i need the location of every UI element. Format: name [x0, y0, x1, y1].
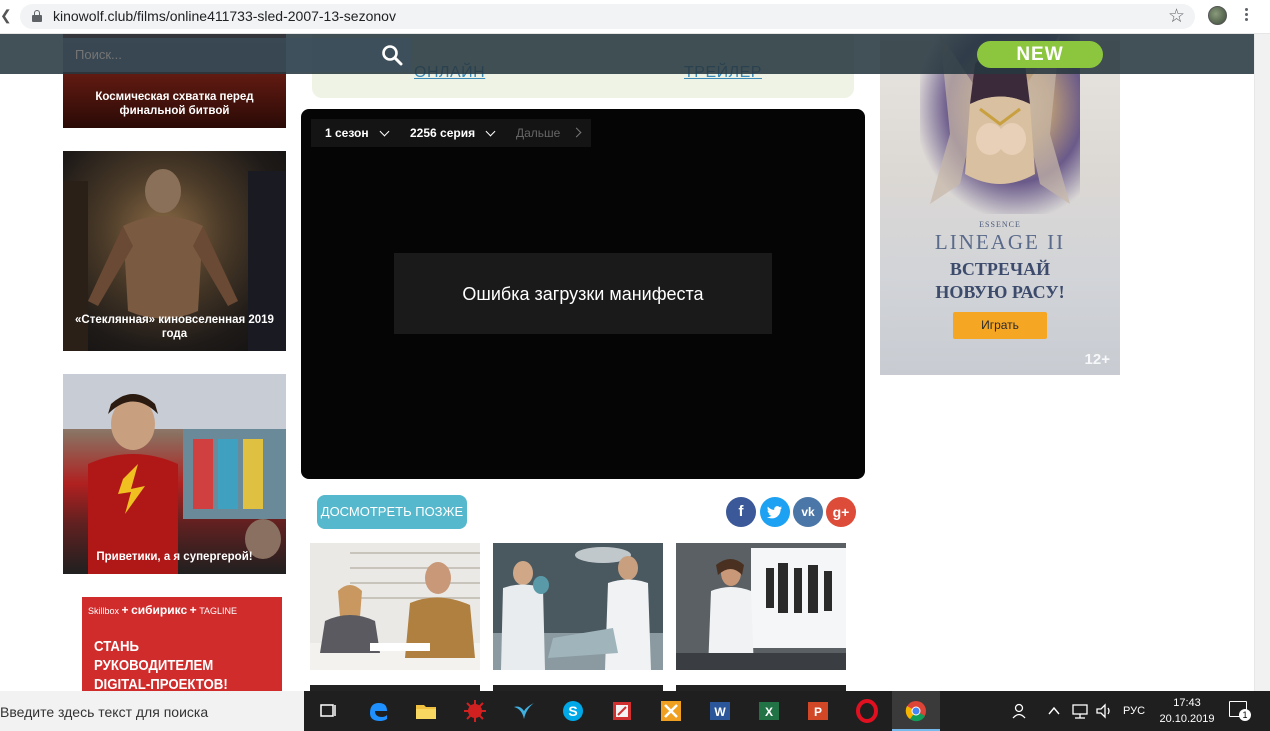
- news-card[interactable]: «Стеклянная» киновселенная 2019 года: [63, 151, 286, 351]
- taskbar-search[interactable]: Введите здесь текст для поиска: [0, 691, 304, 731]
- site-search: [63, 38, 411, 72]
- ad-headline-line: ВСТРЕЧАЙ: [949, 259, 1051, 279]
- profile-avatar[interactable]: [1208, 6, 1227, 25]
- ad-plus: +: [121, 603, 129, 617]
- ad-line: СТАНЬ РУКОВОДИТЕЛЕМ: [94, 638, 214, 674]
- twitter-bird-icon: [767, 506, 782, 519]
- ad-brand: сибирикс: [131, 603, 188, 617]
- excel-icon[interactable]: X: [757, 699, 781, 723]
- news-card-title: «Стеклянная» киновселенная 2019 года: [75, 314, 274, 340]
- people-icon[interactable]: [1010, 701, 1030, 721]
- file-explorer-icon[interactable]: [414, 699, 438, 723]
- age-rating: 12+: [1084, 351, 1110, 368]
- edge-icon[interactable]: [366, 699, 390, 723]
- ad-text: СТАНЬ РУКОВОДИТЕЛЕМ DIGITAL-ПРОЕКТОВ!: [94, 637, 259, 691]
- browser-address-bar: ❮ kinowolf.club/films/online411733-sled-…: [0, 0, 1270, 34]
- svg-text:X: X: [765, 705, 773, 719]
- thumbnail-image: [676, 543, 846, 670]
- error-message: Ошибка загрузки манифеста: [462, 284, 704, 304]
- vk-share-icon[interactable]: vk: [793, 497, 823, 527]
- volume-icon[interactable]: [1094, 701, 1114, 721]
- search-input[interactable]: [75, 47, 365, 62]
- next-episode-button[interactable]: Дальше: [516, 126, 560, 140]
- chevron-right-icon[interactable]: [571, 127, 582, 138]
- taskbar-clock[interactable]: 17:43 20.10.2019: [1152, 695, 1222, 727]
- chevron-down-icon[interactable]: [379, 126, 390, 137]
- notification-count: 1: [1239, 709, 1251, 721]
- clock-time: 17:43: [1173, 697, 1201, 709]
- episode-thumbnail[interactable]: [676, 543, 846, 670]
- svg-text:W: W: [714, 705, 726, 719]
- ad-line: DIGITAL-ПРОЕКТОВ!: [94, 676, 228, 691]
- taskbar-search-text: Введите здесь текст для поиска: [0, 704, 209, 720]
- google-plus-share-icon[interactable]: g+: [826, 497, 856, 527]
- ad-essence-label: ESSENCE: [979, 220, 1021, 229]
- bird-app-icon[interactable]: [512, 699, 536, 723]
- facebook-share-icon[interactable]: f: [726, 497, 756, 527]
- language-indicator[interactable]: РУС: [1123, 705, 1145, 717]
- chevron-down-icon[interactable]: [485, 126, 496, 137]
- episode-select[interactable]: 2256 серия: [410, 126, 475, 140]
- card-image: [63, 374, 286, 574]
- bookmark-star-icon[interactable]: ☆: [1168, 5, 1185, 28]
- page-scrollbar[interactable]: [1254, 34, 1270, 691]
- site-header: NEW: [0, 34, 1254, 74]
- browser-menu-icon[interactable]: [1245, 6, 1251, 23]
- task-view-icon[interactable]: [316, 699, 340, 723]
- back-arrow-icon[interactable]: ❮: [0, 7, 12, 24]
- pdf-app-icon[interactable]: [610, 699, 634, 723]
- left-ad-banner[interactable]: Skillbox + сибирикс + TAGLINE СТАНЬ РУКО…: [82, 597, 282, 691]
- chevron-up-icon[interactable]: [1046, 703, 1062, 719]
- episode-thumbnail[interactable]: [493, 543, 663, 670]
- url-text[interactable]: kinowolf.club/films/online411733-sled-20…: [53, 8, 396, 24]
- ad-play-button[interactable]: Играть: [953, 312, 1047, 339]
- season-select[interactable]: 1 сезон: [325, 126, 369, 140]
- word-icon[interactable]: W: [708, 699, 732, 723]
- ad-logo: LINEAGE II: [934, 230, 1066, 254]
- video-player[interactable]: 1 сезон 2256 серия Дальше Ошибка загрузк…: [301, 109, 865, 479]
- ad-plus: +: [189, 603, 197, 617]
- svg-text:S: S: [568, 703, 577, 719]
- clock-date: 20.10.2019: [1159, 713, 1215, 725]
- watch-later-button[interactable]: ДОСМОТРЕТЬ ПОЗЖЕ: [317, 495, 467, 529]
- search-icon[interactable]: [381, 44, 403, 66]
- powerpoint-icon[interactable]: P: [806, 699, 830, 723]
- web-page: Космическая схватка перед финальной битв…: [0, 34, 1270, 691]
- network-icon[interactable]: [1070, 701, 1090, 721]
- virus-app-icon[interactable]: [463, 699, 487, 723]
- news-card-title: Космическая схватка перед финальной битв…: [95, 91, 254, 117]
- chrome-icon[interactable]: [904, 699, 928, 723]
- twitter-share-icon[interactable]: [760, 497, 790, 527]
- lock-icon[interactable]: [32, 10, 42, 22]
- thumbnail-image: [493, 543, 663, 670]
- ad-headline: ВСТРЕЧАЙ НОВУЮ РАСУ!: [880, 258, 1120, 304]
- news-card-title: Приветики, а я супергерой!: [96, 551, 253, 563]
- ad-brands: Skillbox + сибирикс + TAGLINE: [88, 603, 237, 617]
- svg-text:P: P: [814, 705, 822, 719]
- episode-thumbnail[interactable]: [310, 543, 480, 670]
- ad-headline-line: НОВУЮ РАСУ!: [935, 282, 1065, 302]
- ad-brand: TAGLINE: [199, 606, 238, 616]
- windows-taskbar: Введите здесь текст для поиска S W X P Р…: [0, 691, 1270, 731]
- new-badge[interactable]: NEW: [977, 41, 1103, 68]
- player-error: Ошибка загрузки манифеста: [394, 253, 772, 334]
- news-card[interactable]: Приветики, а я супергерой!: [63, 374, 286, 574]
- thumbnail-image: [310, 543, 480, 670]
- player-controls: 1 сезон 2256 серия Дальше: [311, 119, 591, 147]
- tools-app-icon[interactable]: [659, 699, 683, 723]
- ad-brand: Skillbox: [88, 606, 120, 616]
- right-ad-banner[interactable]: ESSENCE LINEAGE II ВСТРЕЧАЙ НОВУЮ РАСУ! …: [880, 34, 1120, 375]
- skype-icon[interactable]: S: [561, 699, 585, 723]
- opera-icon[interactable]: [855, 699, 879, 723]
